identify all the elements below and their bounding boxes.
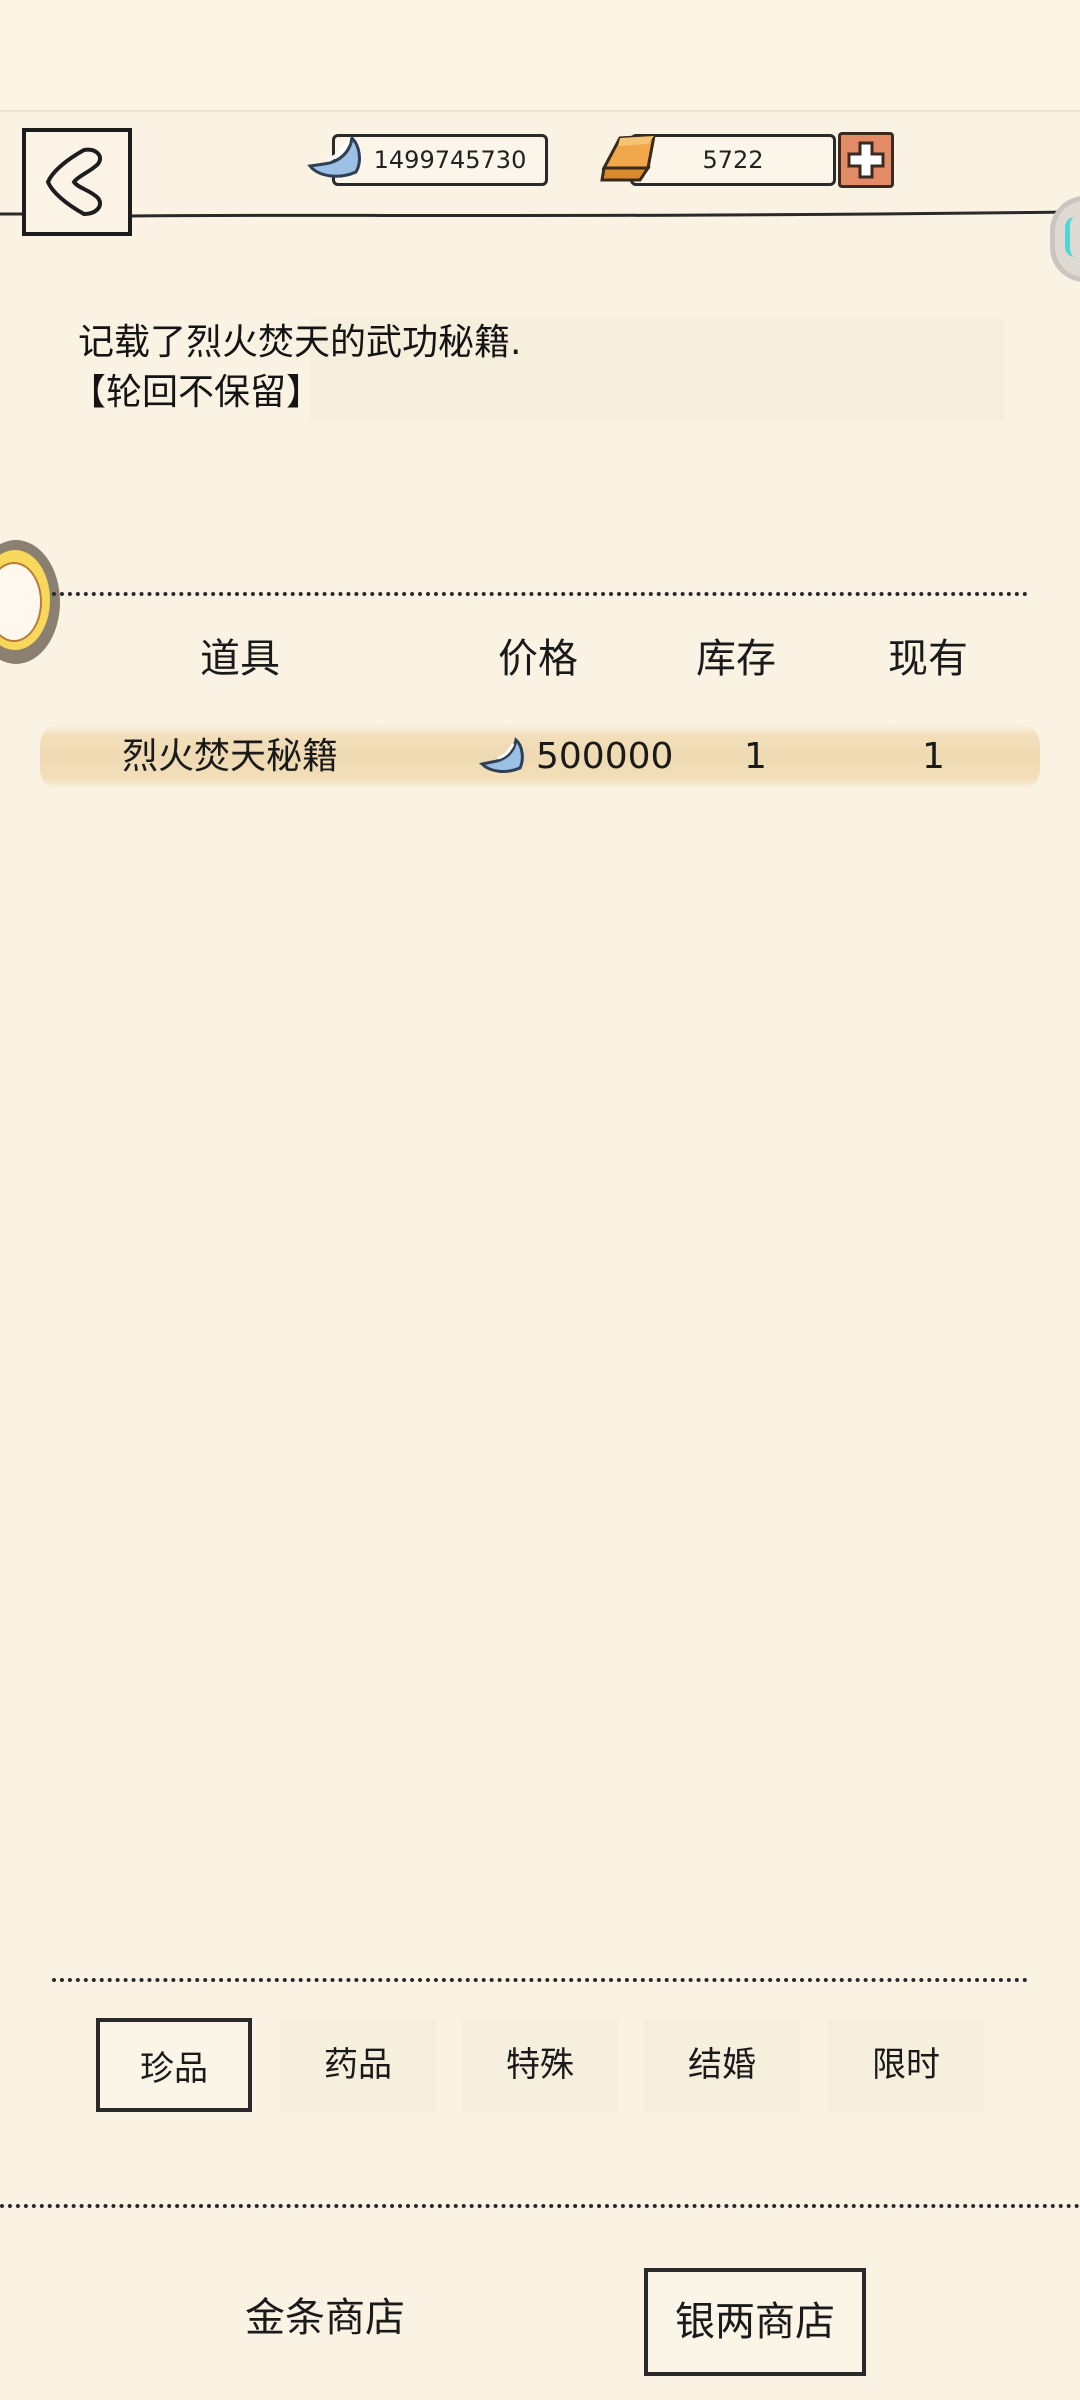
silver-ingot-icon <box>307 134 361 178</box>
plus-icon <box>847 141 885 179</box>
floating-avatar-button[interactable] <box>0 540 60 664</box>
header-item: 道具 <box>200 636 280 682</box>
add-gold-button[interactable] <box>838 132 894 188</box>
item-price: 500000 <box>536 736 674 777</box>
tab-marriage[interactable]: 结婚 <box>644 2018 800 2112</box>
tab-medicine[interactable]: 药品 <box>280 2018 436 2112</box>
gold-balance: 5722 <box>630 134 836 186</box>
item-name: 烈火焚天秘籍 <box>122 736 339 777</box>
header-stock: 库存 <box>696 636 776 682</box>
silver-shop-tab[interactable]: 银两商店 <box>644 2268 866 2376</box>
header-price: 价格 <box>498 636 578 682</box>
back-arrow-icon <box>45 147 103 217</box>
item-stock: 1 <box>744 736 767 777</box>
gold-shop-tab[interactable]: 金条商店 <box>200 2268 450 2376</box>
tab-limited[interactable]: 限时 <box>828 2018 984 2112</box>
tab-special[interactable]: 特殊 <box>462 2018 618 2112</box>
description-line: 记载了烈火焚天的武功秘籍. <box>78 322 522 363</box>
back-button[interactable] <box>22 128 132 236</box>
gold-bar-icon <box>600 134 656 182</box>
table-top-divider <box>52 592 1028 596</box>
header-owned: 现有 <box>888 636 968 682</box>
shop-tabs-divider <box>0 2204 1080 2208</box>
silver-ingot-icon <box>478 737 524 773</box>
item-description: 记载了烈火焚天的武功秘籍. 【轮回不保留】 <box>70 318 522 418</box>
header-divider <box>0 210 1071 218</box>
tabs-top-divider <box>52 1978 1028 1982</box>
tab-treasure[interactable]: 珍品 <box>96 2018 252 2112</box>
status-bar-area <box>0 0 1080 112</box>
item-owned: 1 <box>922 736 945 777</box>
description-tag: 【轮回不保留】 <box>70 372 323 413</box>
